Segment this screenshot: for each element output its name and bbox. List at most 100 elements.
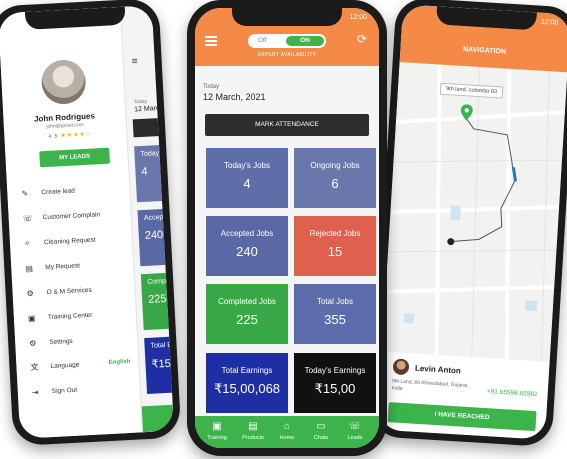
peek-tile-label: Total Earnings [150,340,175,350]
nav-item-leads[interactable]: ☏ Leads [337,416,373,448]
cleaning-icon: ✧ [23,238,31,249]
phone-right: 12:00 NAVIGATION 9th land, colombo 03 Le… [369,0,567,448]
route-map[interactable]: 9th land, colombo 03 [381,62,567,362]
tile-completed-jobs[interactable]: Completed Jobs 225 [206,284,288,344]
peek-tile-value: 225 [147,292,167,306]
language-value: English [108,358,131,366]
nav-item-label: Leads [347,435,363,441]
peek-tile-completed-jobs[interactable]: Completed Jobs 225 [140,271,175,331]
tile-value: 355 [324,312,346,327]
user-avatar[interactable] [40,58,87,106]
dashboard-screen: 12:00 Off ON EXPERT AVAILABILITY ⟳ Today… [195,8,379,448]
menu-item-label: Language [50,361,80,371]
menu-item-settings[interactable]: ⚙ Settings [29,332,138,352]
nav-item-label: Chats [313,435,329,441]
peek-attendance-bar[interactable] [132,116,175,138]
availability-toggle[interactable]: Off ON [248,34,326,48]
toggle-on-label: ON [286,36,324,46]
menu-item-customer-complain[interactable]: ☏ Customer Complain [22,208,131,228]
mark-attendance-button[interactable]: MARK ATTENDANCE [205,114,369,136]
menu-item-label: Customer Complain [42,211,101,222]
menu-item-om-services[interactable]: ⚙ O & M Services [26,283,135,303]
nav-item-products[interactable]: ▤ Products [235,416,271,448]
tile-label: Today's Earnings [304,366,366,375]
bottom-nav: ▣ Training ▤ Products ⌂ Home ▭ Chats ☏ L… [195,416,379,448]
navigation-screen: 12:00 NAVIGATION 9th land, colombo 03 Le… [377,4,567,440]
star-icons: ★★★★☆ [60,131,93,140]
peek-date: 12 March, 2021 [134,103,175,114]
navigation-title: NAVIGATION [462,46,507,56]
request-icon: ▤ [25,263,34,274]
peek-tile-total-earnings[interactable]: Total Earnings ₹15,00 [144,335,175,395]
my-leads-button[interactable]: MY LEADS [39,147,110,168]
peek-bottom-nav [141,404,175,433]
services-icon: ⚙ [26,288,35,299]
peek-tile-value: 240 [144,228,164,242]
tile-value: 15 [327,244,343,259]
signout-icon: ⇥ [31,387,39,398]
nav-item-home[interactable]: ⌂ Home [269,416,305,448]
menu-item-label: My Request [45,262,81,272]
menu-item-label: Cleaning Request [43,236,96,247]
dashboard-body: Today 12 March, 2021 MARK ATTENDANCE Tod… [195,66,379,418]
nav-item-chats[interactable]: ▭ Chats [303,416,339,448]
navigation-drawer: 12:00 John Rodrigues john@gmail.com 4.5★… [0,6,143,439]
nav-item-training[interactable]: ▣ Training [199,416,235,448]
refresh-icon[interactable]: ⟳ [355,32,369,46]
customer-phone[interactable]: +91 65598 65982 [487,388,538,398]
tile-value: 225 [236,312,258,327]
customer-avatar [392,358,410,376]
tile-label: Rejected Jobs [309,229,361,238]
tile-ongoing-jobs[interactable]: Ongoing Jobs 6 [294,148,376,208]
location-pin-icon [460,104,473,121]
menu-item-label: O & M Services [46,286,92,297]
home-icon: ⌂ [283,421,291,432]
phone-center: 12:00 Off ON EXPERT AVAILABILITY ⟳ Today… [187,0,387,456]
tile-accepted-jobs[interactable]: Accepted Jobs 240 [206,216,288,276]
user-rating: 4.5 ★★★★☆ [48,131,92,140]
tile-label: Total Earnings [221,366,273,375]
customer-address: 9th Land, 89 Ahmedabad, Gujarat, India [391,378,469,392]
tile-value: 240 [236,244,258,259]
phone-notch [232,8,342,26]
peek-today-label: Today [133,98,148,106]
peek-tile-todays-jobs[interactable]: Today's Jobs 4 [134,143,175,203]
tile-label: Accepted Jobs [220,229,274,238]
peek-tile-label: Completed Jobs [147,276,175,286]
tile-total-jobs[interactable]: Total Jobs 355 [294,284,376,344]
peek-tile-label: Accepted Jobs [143,213,174,222]
customer-name: Levin Anton [414,363,462,376]
menu-item-my-request[interactable]: ▤ My Request [25,258,134,278]
peek-tile-value: ₹15,00 [151,356,175,371]
leads-icon: ☏ [348,421,362,432]
tile-todays-earnings[interactable]: Today's Earnings ₹15,00 [294,353,376,413]
rating-value: 4.5 [48,133,59,140]
phone-left: 12:00 John Rodrigues john@gmail.com 4.5★… [0,0,182,447]
menu-icon[interactable]: ≡ [131,56,137,67]
current-date: 12 March, 2021 [203,92,266,102]
nav-item-label: Home [279,435,295,441]
drawer-screen: 12:00 John Rodrigues john@gmail.com 4.5★… [0,5,175,439]
tile-total-earnings[interactable]: Total Earnings ₹15,00,068 [206,353,288,413]
edit-icon: ✎ [21,188,29,199]
training-icon: ▣ [27,313,36,324]
tile-todays-jobs[interactable]: Today's Jobs 4 [206,148,288,208]
volume-button [187,110,188,140]
i-have-reached-button[interactable]: I HAVE REACHED [387,402,537,432]
menu-item-cleaning-request[interactable]: ✧ Cleaning Request [24,233,133,253]
tile-label: Ongoing Jobs [310,161,360,170]
menu-item-language[interactable]: 文 Language English [30,356,139,376]
menu-item-training-center[interactable]: ▣ Training Center [28,308,137,328]
customer-card: Levin Anton 9th Land, 89 Ahmedabad, Guja… [377,351,550,440]
peek-tile-accepted-jobs[interactable]: Accepted Jobs 240 [137,207,175,267]
tile-value: ₹15,00 [314,381,356,396]
complaint-icon: ☏ [22,213,33,224]
tile-label: Total Jobs [316,297,354,306]
tile-label: Completed Jobs [218,297,276,306]
tile-rejected-jobs[interactable]: Rejected Jobs 15 [294,216,376,276]
hamburger-menu-icon[interactable] [205,36,217,46]
menu-item-create-lead[interactable]: ✎ Create lead [21,183,130,203]
status-time: 12:00 [540,18,559,27]
menu-item-sign-out[interactable]: ⇥ Sign Out [32,381,141,401]
app-showcase: 12:00 John Rodrigues john@gmail.com 4.5★… [0,0,567,459]
